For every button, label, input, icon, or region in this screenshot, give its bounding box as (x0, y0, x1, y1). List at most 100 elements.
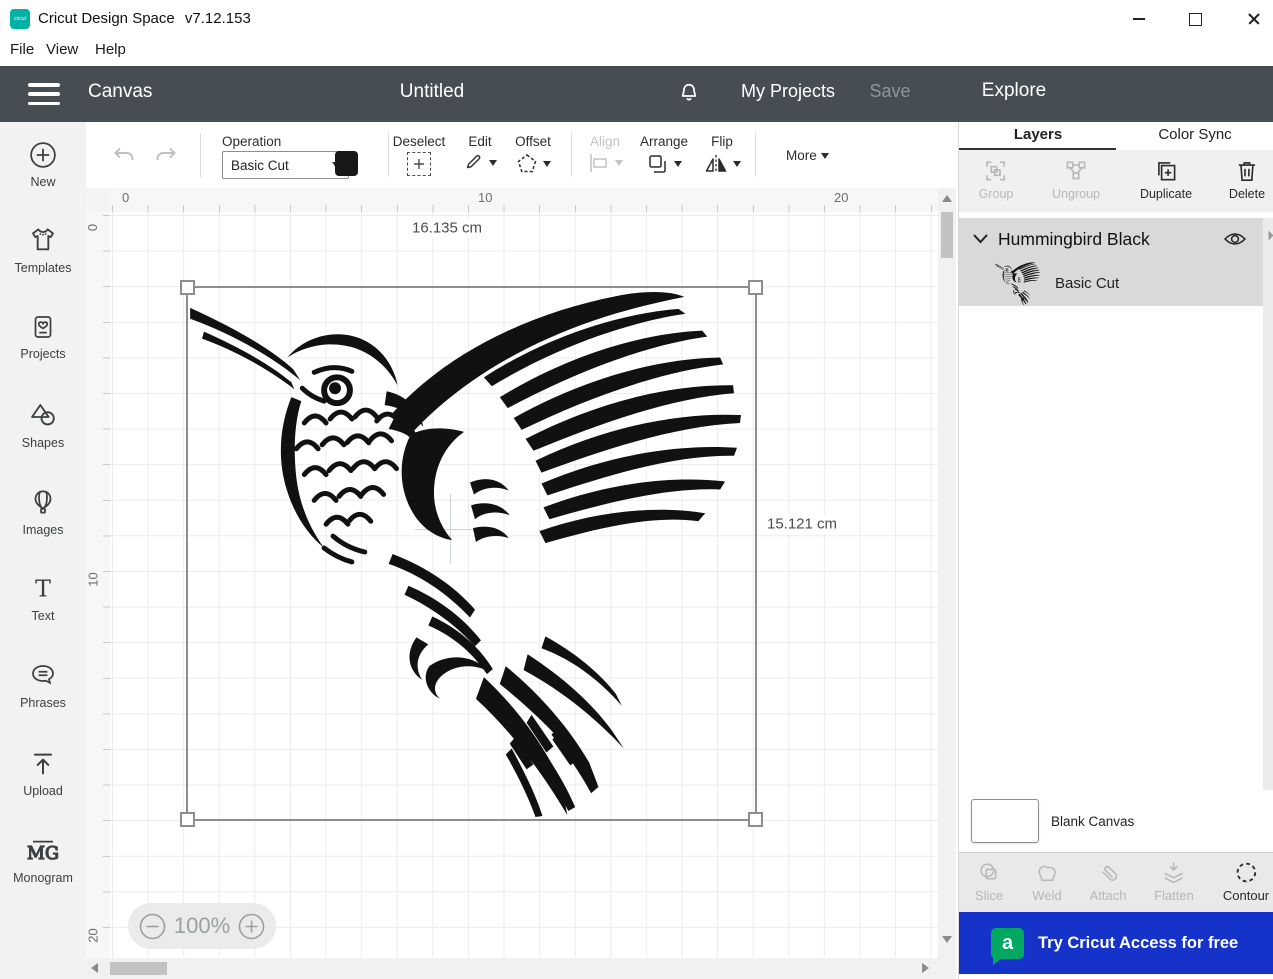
layer-thumbnail (995, 262, 1041, 305)
flip-label: Flip (711, 134, 733, 149)
layer-group-row[interactable]: Hummingbird Black (959, 218, 1263, 260)
text-icon: T (28, 574, 58, 604)
explore-menu[interactable]: Explore (982, 80, 1046, 102)
toolbar-divider (755, 133, 756, 177)
tshirt-icon (27, 224, 59, 256)
operation-dropdown[interactable]: Basic Cut (222, 151, 349, 179)
scroll-right-icon[interactable] (922, 963, 929, 973)
chevron-down-icon[interactable] (973, 234, 988, 244)
sidebar-item-text[interactable]: T Text (0, 574, 86, 646)
operation-label: Operation (222, 134, 281, 149)
cricut-access-banner[interactable]: a Try Cricut Access for free (959, 912, 1273, 974)
notifications-bell-icon[interactable] (676, 81, 702, 107)
vertical-ruler: 0 10 20 (86, 212, 111, 958)
arrange-label: Arrange (640, 134, 688, 149)
titlebar: cricut Cricut Design Space v7.12.153 (0, 0, 1273, 38)
sidebar-item-templates[interactable]: Templates (0, 224, 86, 296)
sidebar-item-monogram[interactable]: MG Monogram (0, 836, 86, 908)
undo-icon (110, 144, 136, 166)
deselect-icon (407, 152, 431, 176)
align-icon (587, 152, 611, 174)
scroll-up-icon[interactable] (942, 195, 952, 202)
ruler-corner (86, 188, 111, 213)
cricut-access-logo-icon: a (991, 928, 1024, 959)
h-ruler-10: 10 (478, 190, 492, 205)
selection-bounding-box[interactable] (186, 286, 757, 821)
slice-button: Slice (975, 860, 1003, 903)
h-ruler-0: 0 (122, 190, 129, 205)
hummingbird-artwork[interactable] (188, 288, 755, 819)
scroll-down-icon[interactable] (942, 936, 952, 943)
minimize-button[interactable] (1131, 11, 1147, 27)
horizontal-scrollbar-thumb[interactable] (110, 962, 167, 975)
phrases-icon (27, 661, 59, 691)
menu-view[interactable]: View (46, 41, 78, 58)
layers-panel: Layers Color Sync Group Ungroup (958, 122, 1273, 979)
tab-layers[interactable]: Layers (1014, 126, 1062, 143)
color-swatch[interactable] (335, 151, 358, 176)
resize-handle-bottom-left[interactable] (180, 812, 195, 827)
caret-icon (674, 161, 682, 167)
zoom-in-button[interactable] (238, 913, 265, 940)
align-label: Align (590, 134, 620, 149)
weld-button: Weld (1032, 860, 1061, 903)
sidebar-item-images[interactable]: Images (0, 486, 86, 558)
arrange-button[interactable] (646, 152, 682, 176)
tab-color-sync[interactable]: Color Sync (1158, 126, 1231, 143)
close-button[interactable] (1246, 11, 1262, 27)
sidebar-item-new[interactable]: New (0, 140, 86, 212)
flip-mirror-icon (703, 152, 729, 176)
layer-group-name: Hummingbird Black (998, 229, 1223, 250)
v-ruler-10: 10 (86, 572, 101, 586)
group-button: Group (979, 158, 1014, 201)
more-button[interactable]: More (786, 148, 829, 163)
scroll-left-icon[interactable] (91, 963, 98, 973)
selection-width-label: 16.135 cm (404, 219, 490, 238)
panel-scrollbar-gutter[interactable] (1263, 218, 1273, 790)
menu-help[interactable]: Help (95, 41, 126, 58)
vertical-scrollbar-thumb[interactable] (941, 212, 953, 258)
offset-button[interactable] (515, 152, 551, 176)
material-row: Blank Canvas (959, 790, 1273, 852)
maximize-button[interactable] (1187, 11, 1203, 27)
sidebar-item-shapes[interactable]: Shapes (0, 399, 86, 471)
resize-handle-top-right[interactable] (748, 280, 763, 295)
pencil-icon (463, 152, 485, 174)
edit-label: Edit (468, 134, 491, 149)
layer-tools-bar: Slice Weld Attach Flatt (959, 852, 1273, 913)
menu-file[interactable]: File (10, 41, 34, 58)
sidebar-item-phrases[interactable]: Phrases (0, 661, 86, 733)
material-color-swatch[interactable] (971, 799, 1039, 843)
caret-icon (489, 160, 497, 166)
sidebar-item-upload[interactable]: Upload (0, 749, 86, 821)
vertical-scrollbar[interactable] (938, 188, 956, 958)
canvas-label[interactable]: Canvas (88, 81, 152, 103)
toolbar-divider (200, 133, 201, 177)
horizontal-scrollbar[interactable] (86, 958, 938, 979)
delete-button[interactable]: Delete (1229, 158, 1265, 201)
duplicate-button[interactable]: Duplicate (1140, 158, 1192, 201)
my-projects-link[interactable]: My Projects (741, 81, 835, 102)
resize-handle-top-left[interactable] (180, 280, 195, 295)
hamburger-menu-icon[interactable] (28, 83, 60, 105)
flip-button[interactable] (703, 152, 741, 176)
resize-handle-bottom-right[interactable] (748, 812, 763, 827)
selection-height-label: 15.121 cm (759, 515, 845, 534)
canvas-area: 0 10 20 0 10 20 16.135 cm 15.121 cm (86, 188, 958, 979)
edit-button[interactable] (463, 152, 497, 174)
sidebar-item-projects[interactable]: Projects (0, 312, 86, 384)
app-version: v7.12.153 (185, 10, 251, 27)
caret-icon (543, 161, 551, 167)
contour-button[interactable]: Contour (1223, 860, 1269, 903)
attach-button: Attach (1090, 860, 1127, 903)
panel-resize-icon[interactable] (1264, 231, 1273, 241)
slice-icon (977, 860, 1002, 885)
layer-item-row[interactable]: Basic Cut (959, 260, 1263, 306)
zoom-out-button[interactable] (139, 913, 166, 940)
deselect-button[interactable] (407, 152, 431, 176)
horizontal-ruler: 0 10 20 (110, 188, 938, 213)
visibility-eye-icon[interactable] (1223, 230, 1247, 248)
v-ruler-20: 20 (86, 928, 101, 942)
project-title[interactable]: Untitled (400, 81, 464, 103)
banner-text: Try Cricut Access for free (1038, 934, 1238, 953)
